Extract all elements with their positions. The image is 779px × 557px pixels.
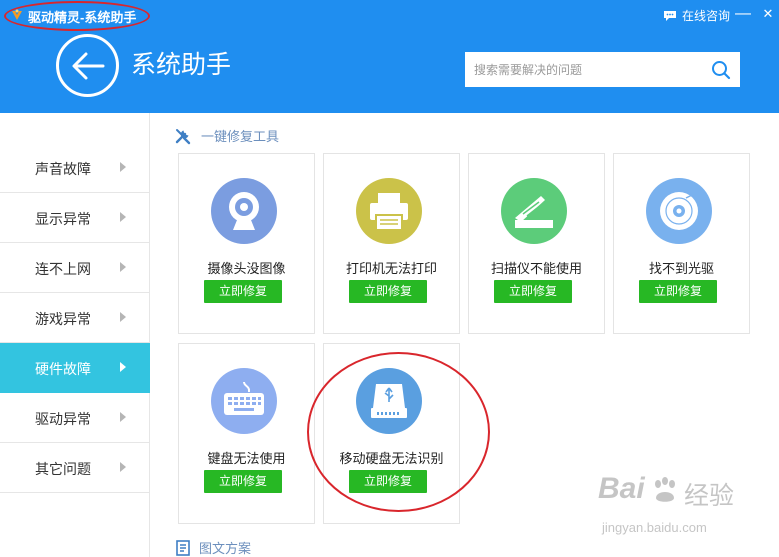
disc-icon	[646, 178, 712, 244]
chevron-right-icon	[120, 262, 126, 272]
chevron-right-icon	[120, 462, 126, 472]
section-heading-repair-tools: 一键修复工具	[174, 126, 279, 145]
repair-card-webcam: 摄像头没图像 立即修复	[178, 153, 315, 334]
header: 驱动精灵-系统助手 在线咨询 — ✕ 系统助手	[0, 0, 779, 113]
chevron-right-icon	[120, 412, 126, 422]
section-heading-text-solutions: 图文方案	[176, 538, 251, 557]
repair-card-keyboard: 键盘无法使用 立即修复	[178, 343, 315, 524]
chat-bubble-icon	[664, 10, 676, 21]
fix-now-button[interactable]: 立即修复	[494, 280, 572, 303]
sidebar-item-display[interactable]: 显示异常	[0, 193, 150, 243]
sidebar: 声音故障 显示异常 连不上网 游戏异常 硬件故障 驱动异常 其它问题	[0, 113, 150, 557]
fix-now-button[interactable]: 立即修复	[204, 470, 282, 493]
sidebar-item-other[interactable]: 其它问题	[0, 443, 150, 493]
search-box	[465, 52, 740, 87]
section-title: 一键修复工具	[201, 129, 280, 144]
card-title: 键盘无法使用	[207, 451, 286, 466]
online-consult-label: 在线咨询	[682, 9, 731, 23]
document-icon	[176, 539, 190, 556]
minimize-button[interactable]: —	[734, 4, 752, 24]
card-title: 找不到光驱	[648, 261, 714, 276]
sidebar-item-label: 硬件故障	[35, 361, 91, 377]
fix-now-button[interactable]: 立即修复	[204, 280, 282, 303]
back-button[interactable]	[56, 34, 119, 97]
chevron-right-icon	[120, 312, 126, 322]
card-title: 扫描仪不能使用	[490, 261, 582, 276]
title-bar: 驱动精灵-系统助手 在线咨询 — ✕	[0, 0, 779, 31]
sidebar-item-label: 显示异常	[35, 211, 91, 227]
webcam-icon	[211, 178, 277, 244]
watermark-brand-suffix: 经验	[684, 482, 735, 510]
fix-now-button[interactable]: 立即修复	[639, 280, 717, 303]
scanner-icon	[501, 178, 567, 244]
usb-card-annotation-circle	[307, 352, 490, 512]
sidebar-item-label: 驱动异常	[35, 411, 91, 427]
section-title: 图文方案	[199, 541, 252, 556]
baidu-jingyan-watermark: Bai 经验 jingyan.baidu.com	[598, 470, 743, 542]
sidebar-item-label: 其它问题	[35, 461, 91, 477]
sidebar-item-label: 声音故障	[35, 161, 91, 177]
back-arrow-icon	[72, 52, 105, 80]
repair-card-printer: 打印机无法打印 立即修复	[323, 153, 460, 334]
paw-logo-icon	[655, 477, 675, 502]
close-button[interactable]: ✕	[759, 4, 777, 24]
online-consult-button[interactable]: 在线咨询	[663, 7, 730, 24]
sidebar-item-label: 连不上网	[35, 261, 91, 277]
keyboard-icon	[211, 368, 277, 434]
card-title: 打印机无法打印	[345, 261, 437, 276]
title-annotation-circle	[4, 1, 150, 31]
chevron-right-icon	[120, 362, 126, 372]
sidebar-item-driver[interactable]: 驱动异常	[0, 393, 150, 443]
page-title: 系统助手	[131, 51, 232, 79]
sidebar-item-game[interactable]: 游戏异常	[0, 293, 150, 343]
fix-now-button[interactable]: 立即修复	[349, 280, 427, 303]
sidebar-item-sound[interactable]: 声音故障	[0, 143, 150, 193]
chevron-right-icon	[120, 162, 126, 172]
card-title: 摄像头没图像	[207, 261, 286, 276]
chevron-right-icon	[120, 212, 126, 222]
wrench-screwdriver-icon	[175, 128, 191, 144]
printer-icon	[356, 178, 422, 244]
sidebar-item-hardware[interactable]: 硬件故障	[0, 343, 150, 393]
repair-card-scanner: 扫描仪不能使用 立即修复	[468, 153, 605, 334]
watermark-brand: Bai	[598, 472, 645, 505]
sidebar-item-network[interactable]: 连不上网	[0, 243, 150, 293]
repair-card-optical-drive: 找不到光驱 立即修复	[613, 153, 750, 334]
sidebar-item-label: 游戏异常	[35, 311, 91, 327]
watermark-url: jingyan.baidu.com	[602, 520, 707, 535]
search-icon[interactable]	[711, 60, 731, 80]
search-input[interactable]	[465, 52, 705, 87]
